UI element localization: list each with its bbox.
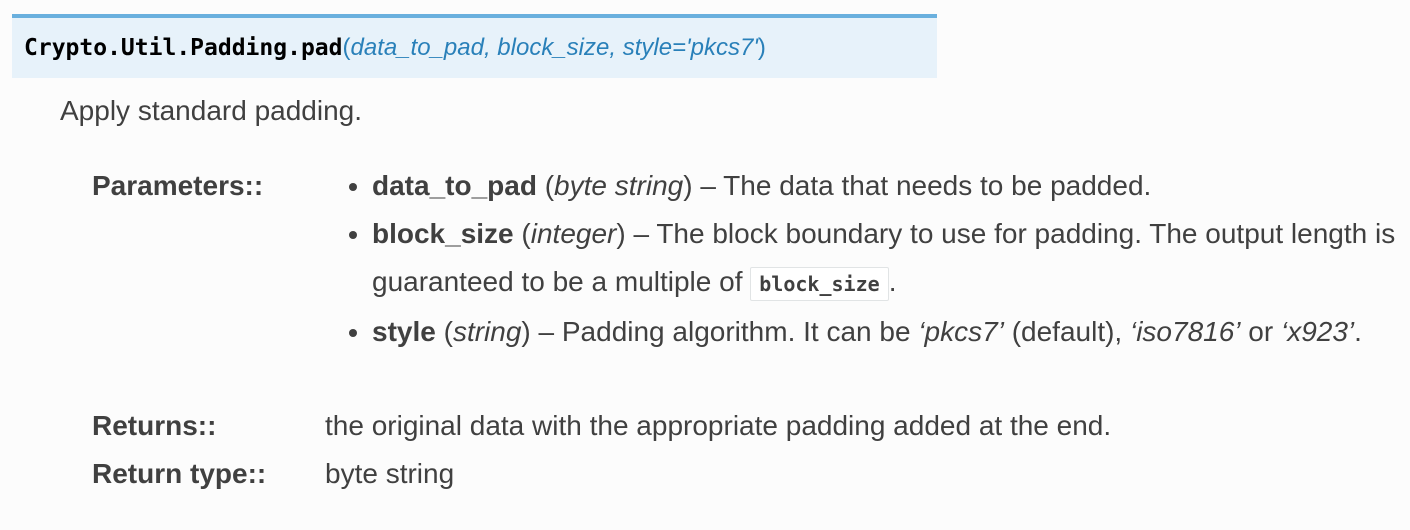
param-name: block_size [372, 218, 514, 249]
param-desc: The data that needs to be padded. [723, 170, 1152, 201]
param-desc: Padding algorithm. It can be [561, 316, 919, 347]
param-name: style [372, 316, 436, 347]
param-type: string [452, 316, 522, 347]
param-item-data-to-pad: data_to_pad (byte string) – The data tha… [372, 162, 1410, 210]
function-name: Crypto.Util.Padding.pad [24, 35, 343, 61]
return-type-label: Return type:: [92, 458, 267, 489]
param-desc: (default), [1003, 316, 1130, 347]
param-desc-end: . [888, 266, 897, 297]
returns-text: the original data with the appropriate p… [325, 410, 1112, 441]
function-summary: Apply standard padding. [60, 95, 362, 126]
param-desc: or [1240, 316, 1281, 347]
open-paren: ( [342, 34, 351, 61]
style-option-iso7816: ‘iso7816’ [1129, 316, 1241, 347]
inline-code-block-size: block_size [750, 267, 889, 301]
param-item-block-size: block_size (integer) – The block boundar… [372, 210, 1410, 308]
param-item-style: style (string) – Padding algorithm. It c… [372, 308, 1410, 356]
style-option-x923: ‘x923’ [1280, 316, 1355, 347]
return-type-text: byte string [325, 458, 455, 489]
function-params: data_to_pad, block_size, style='pkcs7' [350, 34, 758, 61]
return-type-field: Return type:: [92, 450, 266, 498]
close-paren: ) [757, 34, 766, 61]
param-type: integer [530, 218, 617, 249]
param-type: byte string [554, 170, 684, 201]
param-desc-end: . [1354, 316, 1362, 347]
parameters-field: Parameters:: [92, 162, 263, 210]
returns-field: Returns:: [92, 402, 216, 450]
style-option-pkcs7: ‘pkcs7’ [918, 316, 1004, 347]
returns-label: Returns:: [92, 410, 217, 441]
parameters-label: Parameters:: [92, 170, 264, 201]
parameters-list: data_to_pad (byte string) – The data tha… [340, 162, 1410, 356]
function-signature: Crypto.Util.Padding.pad(data_to_pad, blo… [12, 14, 937, 78]
param-name: data_to_pad [372, 170, 537, 201]
